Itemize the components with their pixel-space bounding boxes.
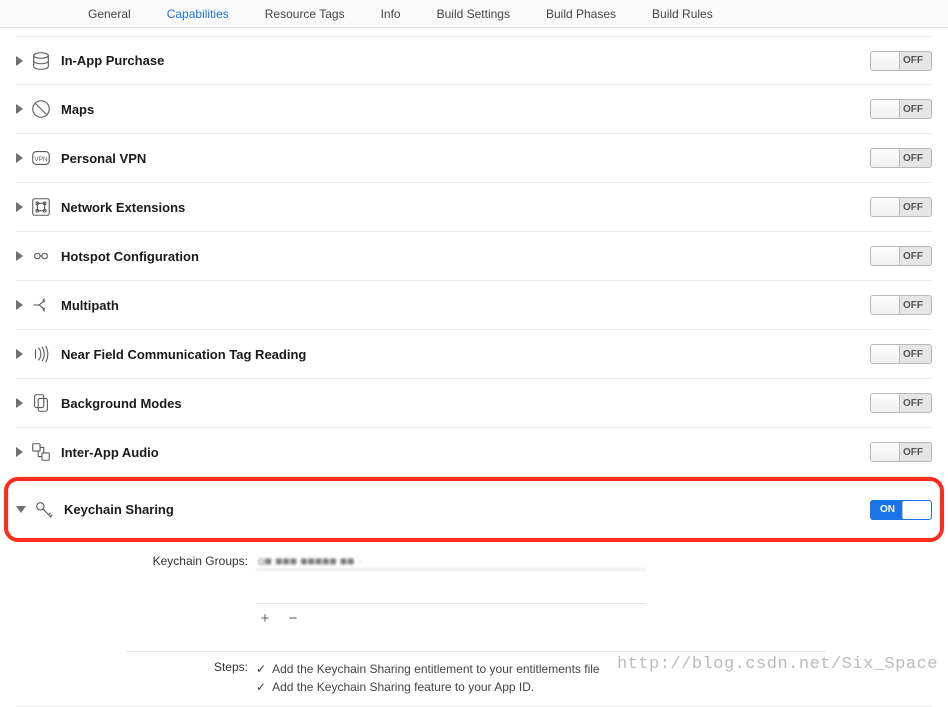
- keychain-groups-label: Keychain Groups:: [146, 552, 256, 570]
- capability-multipath: Multipath OFF: [16, 281, 932, 330]
- tab-general[interactable]: General: [70, 0, 149, 28]
- disclosure-icon[interactable]: [16, 104, 23, 114]
- disclosure-icon[interactable]: [16, 202, 23, 212]
- add-keychain-group-button[interactable]: +: [258, 610, 272, 627]
- svg-text:VPN: VPN: [34, 156, 48, 163]
- tab-capabilities[interactable]: Capabilities: [149, 0, 247, 28]
- hotspot-icon: [29, 244, 53, 268]
- multipath-icon: [29, 293, 53, 317]
- toggle-keychain-sharing[interactable]: ON: [870, 500, 932, 520]
- capability-hotspot: Hotspot Configuration OFF: [16, 232, 932, 281]
- keychain-icon: [32, 498, 56, 522]
- capability-inter-app-audio: Inter-App Audio OFF: [16, 428, 932, 477]
- inter-app-audio-icon: [29, 440, 53, 464]
- capability-label: Background Modes: [61, 396, 182, 411]
- disclosure-icon[interactable]: [16, 300, 23, 310]
- disclosure-icon[interactable]: [16, 153, 23, 163]
- disclosure-icon[interactable]: [16, 398, 23, 408]
- toggle-multipath[interactable]: OFF: [870, 295, 932, 315]
- step-text: Add the Keychain Sharing entitlement to …: [272, 660, 600, 678]
- tab-build-phases[interactable]: Build Phases: [528, 0, 634, 28]
- disclosure-icon[interactable]: [16, 251, 23, 261]
- remove-keychain-group-button[interactable]: −: [286, 610, 300, 627]
- tab-resource-tags[interactable]: Resource Tags: [247, 0, 363, 28]
- maps-icon: [29, 97, 53, 121]
- project-tabs: General Capabilities Resource Tags Info …: [0, 0, 948, 28]
- capability-keychain-sharing: Keychain Sharing ON: [16, 485, 932, 534]
- capability-label: Keychain Sharing: [64, 502, 174, 517]
- capability-network-extensions: Network Extensions OFF: [16, 183, 932, 232]
- capability-nfc: Near Field Communication Tag Reading OFF: [16, 330, 932, 379]
- steps-list: ✓ Add the Keychain Sharing entitlement to…: [256, 660, 600, 696]
- toggle-network-extensions[interactable]: OFF: [870, 197, 932, 217]
- capability-label: Multipath: [61, 298, 119, 313]
- disclosure-icon[interactable]: [16, 56, 23, 66]
- network-extensions-icon: [29, 195, 53, 219]
- capability-maps: Maps OFF: [16, 85, 932, 134]
- capability-label: Maps: [61, 102, 94, 117]
- steps-label: Steps:: [126, 660, 256, 696]
- toggle-nfc[interactable]: OFF: [870, 344, 932, 364]
- capabilities-list: In-App Purchase OFF Maps OFF VPN Persona…: [0, 36, 948, 707]
- capability-label: Hotspot Configuration: [61, 249, 199, 264]
- capability-in-app-purchase: In-App Purchase OFF: [16, 36, 932, 85]
- keychain-highlight: Keychain Sharing ON: [4, 477, 944, 542]
- keychain-detail: Keychain Groups: o■ ■■■ ■■■■■ ■■ · + − S…: [16, 542, 932, 707]
- capability-label: Inter-App Audio: [61, 445, 159, 460]
- capability-label: Near Field Communication Tag Reading: [61, 347, 306, 362]
- background-modes-icon: [29, 391, 53, 415]
- disclosure-icon[interactable]: [16, 447, 23, 457]
- tab-build-settings[interactable]: Build Settings: [419, 0, 528, 28]
- toggle-maps[interactable]: OFF: [870, 99, 932, 119]
- capability-label: In-App Purchase: [61, 53, 164, 68]
- keychain-group-entry[interactable]: o■ ■■■ ■■■■■ ■■ ·: [256, 552, 646, 570]
- in-app-purchase-icon: [29, 49, 53, 73]
- vpn-icon: VPN: [29, 146, 53, 170]
- capability-label: Personal VPN: [61, 151, 146, 166]
- capability-background-modes: Background Modes OFF: [16, 379, 932, 428]
- step-text: Add the Keychain Sharing feature to your…: [272, 678, 534, 696]
- check-icon: ✓: [256, 660, 266, 678]
- toggle-hotspot[interactable]: OFF: [870, 246, 932, 266]
- capability-personal-vpn: VPN Personal VPN OFF: [16, 134, 932, 183]
- toggle-personal-vpn[interactable]: OFF: [870, 148, 932, 168]
- disclosure-icon[interactable]: [16, 506, 26, 513]
- watermark: http://blog.csdn.net/Six_Space: [617, 655, 938, 674]
- tab-info[interactable]: Info: [363, 0, 419, 28]
- nfc-icon: [29, 342, 53, 366]
- toggle-in-app-purchase[interactable]: OFF: [870, 51, 932, 71]
- check-icon: ✓: [256, 678, 266, 696]
- toggle-inter-app-audio[interactable]: OFF: [870, 442, 932, 462]
- keychain-groups-field[interactable]: o■ ■■■ ■■■■■ ■■ · + −: [256, 552, 646, 627]
- capability-label: Network Extensions: [61, 200, 185, 215]
- toggle-background-modes[interactable]: OFF: [870, 393, 932, 413]
- tab-build-rules[interactable]: Build Rules: [634, 0, 731, 28]
- disclosure-icon[interactable]: [16, 349, 23, 359]
